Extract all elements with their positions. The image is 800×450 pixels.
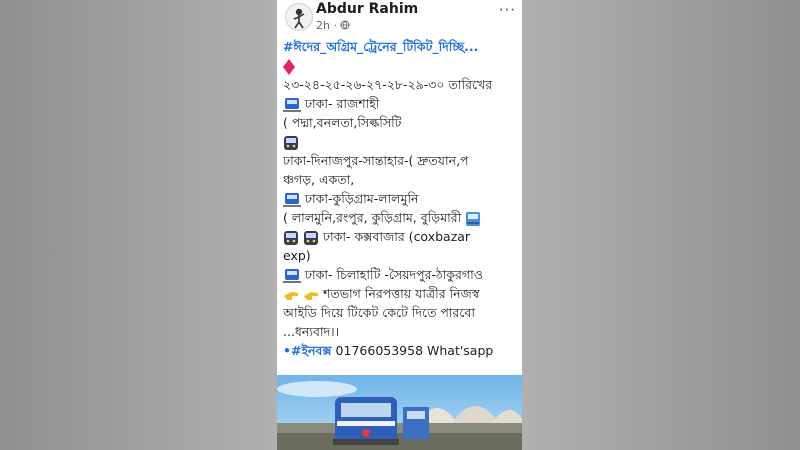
diamond-line [283,56,519,75]
metro-line [283,132,519,151]
facebook-post-screenshot: Abdur Rahim 2h · ··· #ঈদের_অগ্রিম_ট্রেনে… [277,0,522,450]
route-dinajpur-b: ঞ্চগড়, একতা, [283,172,355,187]
avatar-figure-icon [293,8,305,29]
thanks-line: ...ধন্যবাদ।। [283,324,340,339]
route-dinajpur-a: ঢাকা-দিনাজপুর-সান্তাহার-( দ্রুতযান,প [283,153,469,168]
contact-number: 01766053958 What'sapp [331,343,494,358]
pointing-hand-icon [303,291,318,300]
route-chilahati: ঢাকা- চিলাহাটি -সৈয়দপুর-ঠাকুরগাও [283,265,519,284]
route-chilahati-text: ঢাকা- চিলাহাটি -সৈয়দপুর-ঠাকুরগাও [304,267,483,282]
train-icon [283,97,301,112]
hashtag-title[interactable]: #ঈদের_অগ্রিম_ট্রেনের_টিকিট_দিচ্ছি... [283,39,478,54]
author-name[interactable]: Abdur Rahim [316,1,418,17]
metro-icon [284,230,298,245]
inbox-hashtag[interactable]: •#ইনবক্স [283,343,332,358]
post-header: Abdur Rahim 2h · ··· [277,0,522,36]
guarantee-text-a: শতভাগ নিরপত্তায় যাত্রীর নিজস্ব [322,286,480,301]
route-coxbazar-text: ঢাকা- কক্সবাজার (coxbazar [322,229,471,244]
globe-icon [340,20,350,30]
route-coxbazar: ঢাকা- কক্সবাজার (coxbazar [283,227,519,246]
route-rajshahi-text: ঢাকা- রাজশাহী [304,96,380,111]
route-rajshahi-trains: ( পদ্মা,বনলতা,সিল্কসিটি [283,115,402,130]
time-text: 2h · [316,19,337,32]
post-body: #ঈদের_অগ্রিম_ট্রেনের_টিকিট_দিচ্ছি... ২৩-… [283,37,519,360]
hashtag-title-line: #ঈদের_অগ্রিম_ট্রেনের_টিকিট_দিচ্ছি... [283,37,519,56]
route-kurigram-text: ঢাকা-কুড়িগ্রাম-লালমুনি [304,191,419,206]
train-photo [277,375,522,450]
more-options-button[interactable]: ··· [499,1,516,19]
blurred-left-background [0,0,277,450]
pointing-hand-icon [284,291,298,300]
metro-icon [284,135,298,150]
train-icon [283,268,301,283]
route-coxbazar-b: exp) [283,248,311,263]
diamond-icon [283,58,295,75]
guarantee-line-b: আইডি দিয়ে টিকেট কেটে দিতে পারবো [283,305,476,320]
tram-icon [466,211,481,226]
route-rajshahi: ঢাকা- রাজশাহী [283,94,519,113]
guarantee-line-a: শতভাগ নিরপত্তায় যাত্রীর নিজস্ব [283,284,519,303]
contact-line: •#ইনবক্স 01766053958 What'sapp [283,341,519,360]
route-kurigram-trains: ( লালমুনি,রংপুর, কুড়িগ্রাম, বুড়িমারী [283,208,519,227]
dates-line: ২৩-২৪-২৫-২৬-২৭-২৮-২৯-৩০ তারিখের [283,77,493,92]
metro-icon [303,230,318,245]
post-time[interactable]: 2h · [316,19,350,32]
blurred-right-background [522,0,800,450]
avatar[interactable] [285,3,313,31]
route-kurigram: ঢাকা-কুড়িগ্রাম-লালমুনি [283,189,519,208]
route-kurigram-trains-text: ( লালমুনি,রংপুর, কুড়িগ্রাম, বুড়িমারী [283,210,462,225]
train-icon [283,192,301,207]
